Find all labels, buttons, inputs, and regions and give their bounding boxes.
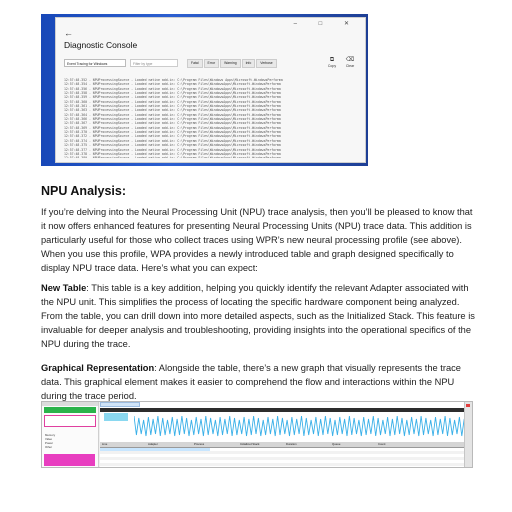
explorer-item-other[interactable]: Other [42, 445, 98, 449]
diagnostic-console-screenshot: – □ ✕ ← Diagnostic Console Event Tracing… [41, 14, 368, 166]
table-column-header[interactable]: Process [192, 442, 238, 447]
wpa-scrollbar[interactable] [464, 402, 472, 467]
explorer-highlight [44, 454, 95, 466]
source-select[interactable]: Event Tracing for Windows [64, 59, 126, 67]
console-toolbar: Event Tracing for Windows Filter by type… [64, 57, 359, 73]
section-heading: NPU Analysis: [41, 184, 126, 198]
copy-label: Copy [327, 64, 337, 68]
table-column-header[interactable]: Count [376, 442, 422, 447]
analysis-view: Line Adapter Process Initialized Stack Durat… [100, 402, 469, 467]
graph-term: Graphical Representation [41, 363, 155, 373]
level-error-toggle[interactable]: Error [203, 59, 220, 68]
back-button[interactable]: ← [64, 28, 73, 38]
table-column-header[interactable]: Initialized Stack [238, 442, 284, 447]
series-label [104, 413, 128, 421]
graph-paragraph: Graphical Representation: Alongside the … [41, 361, 477, 403]
close-marker [466, 404, 470, 407]
table-column-header[interactable]: Duration [284, 442, 330, 447]
table-column-header[interactable]: Queue [330, 442, 376, 447]
intro-paragraph: If you’re delving into the Neural Proces… [41, 207, 473, 273]
copy-button[interactable]: ⧉ Copy [325, 57, 339, 68]
clear-button[interactable]: ⌫ Clear [343, 57, 357, 68]
wpa-screenshot: Memory Video Power Other Line Adapter Proc… [41, 401, 473, 468]
npu-trace-line [134, 415, 469, 437]
clear-label: Clear [345, 64, 355, 68]
log-output[interactable]: 12:57:48.352 - NPUProcessingSource - Loa… [64, 78, 359, 158]
npu-trace-graph[interactable] [134, 412, 469, 440]
log-line: 12:57:48.380 - NPUProcessingSource - Loa… [64, 156, 359, 158]
level-fatal-toggle[interactable]: Fatal [187, 59, 203, 68]
copy-icon: ⧉ [329, 57, 335, 63]
level-warning-toggle[interactable]: Warning [220, 59, 241, 68]
level-verbose-toggle[interactable]: Verbose [256, 59, 277, 68]
explorer-selected-item[interactable] [44, 407, 96, 413]
explorer-header [42, 402, 98, 406]
explorer-thumbnail[interactable] [44, 415, 96, 427]
filter-input[interactable]: Filter by type [130, 59, 178, 67]
new-table-term: New Table [41, 283, 87, 293]
window-title: Diagnostic Console [64, 40, 138, 50]
new-table-paragraph: New Table: This table is a key addition,… [41, 281, 477, 351]
new-table-text: : This table is a key addition, helping … [41, 283, 475, 349]
level-info-toggle[interactable]: Info [241, 59, 256, 68]
analysis-tab[interactable] [100, 402, 140, 407]
level-filters: Fatal Error Warning Info Verbose [187, 59, 277, 68]
graph-explorer: Memory Video Power Other [42, 402, 99, 467]
toolbar-actions: ⧉ Copy ⌫ Clear [325, 57, 357, 68]
clear-icon: ⌫ [345, 57, 355, 63]
selected-row[interactable] [100, 448, 210, 451]
npu-table-rows[interactable] [100, 448, 464, 466]
window-controls[interactable]: – □ ✕ [294, 20, 359, 27]
diagnostic-console-window: – □ ✕ ← Diagnostic Console Event Tracing… [55, 17, 366, 163]
